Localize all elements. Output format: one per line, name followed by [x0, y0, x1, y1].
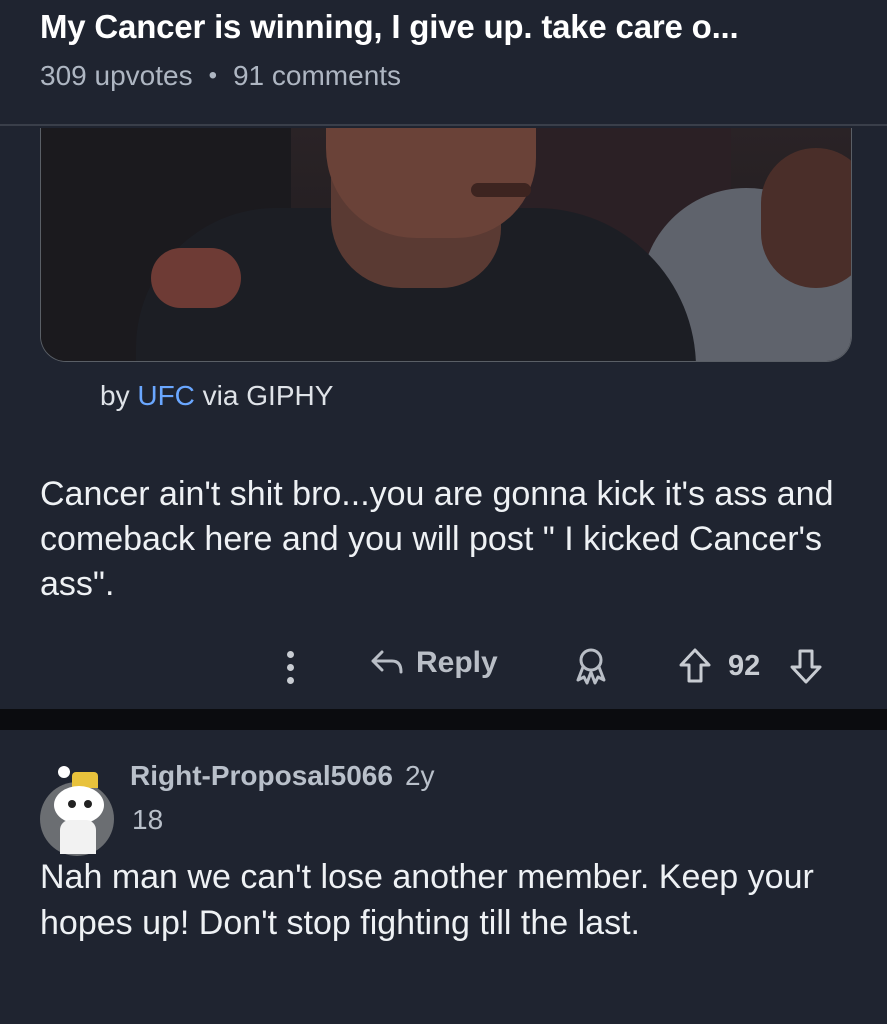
avatar-antenna — [58, 766, 70, 778]
upvote-count: 309 upvotes — [40, 60, 193, 91]
reply-comment-body: Nah man we can't lose another member. Ke… — [40, 858, 814, 942]
comment-actions: Reply 92 — [0, 640, 887, 694]
reply-comment-score: 18 — [132, 804, 164, 835]
gif-hand — [151, 248, 241, 308]
comment-username[interactable]: Right-Proposal5066 — [130, 760, 393, 792]
meta-separator: • — [208, 62, 217, 89]
avatar-eye-left — [68, 800, 76, 808]
avatar-head — [54, 786, 104, 824]
downvote-arrow-icon[interactable] — [786, 646, 826, 691]
avatar[interactable] — [40, 760, 116, 860]
reply-comment: Right-Proposal5066 2y 18 Nah man we can'… — [0, 730, 887, 1024]
credit-suffix: via GIPHY — [194, 380, 334, 411]
avatar-eye-right — [84, 800, 92, 808]
reply-arrow-icon — [371, 650, 403, 674]
gif-mouth — [471, 183, 531, 197]
credit-link-ufc[interactable]: UFC — [137, 380, 195, 411]
avatar-body — [60, 820, 96, 854]
award-icon[interactable] — [572, 646, 610, 691]
comment-author-row: Right-Proposal5066 2y — [130, 760, 435, 792]
post-header: My Cancer is winning, I give up. take ca… — [0, 0, 887, 126]
post-meta: 309 upvotes • 91 comments — [40, 60, 887, 92]
post-title[interactable]: My Cancer is winning, I give up. take ca… — [40, 8, 887, 46]
gif-head-right — [761, 148, 851, 288]
comment-body: Cancer ain't shit bro...you are gonna ki… — [40, 475, 834, 603]
reply-label: Reply — [416, 646, 498, 679]
more-options-icon[interactable] — [280, 648, 300, 688]
gif-credit: by UFC via GIPHY — [100, 380, 333, 412]
credit-prefix: by — [100, 380, 138, 411]
comment-score: 92 — [728, 650, 761, 682]
reply-button[interactable]: Reply — [370, 646, 498, 680]
comment-count[interactable]: 91 comments — [233, 60, 401, 92]
comment-divider — [0, 709, 887, 730]
gif-image[interactable] — [40, 128, 852, 362]
comment-age: 2y — [404, 760, 435, 791]
upvote-arrow-icon[interactable] — [675, 646, 715, 691]
